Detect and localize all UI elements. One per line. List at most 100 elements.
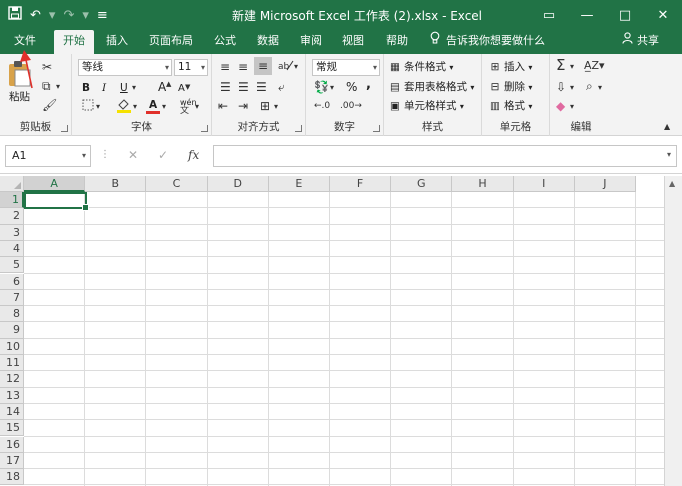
scroll-up-icon[interactable]: ▲ [669,179,675,188]
align-left-icon[interactable]: ☰ [220,80,231,94]
align-center-icon[interactable]: ☰ [238,80,249,94]
conditional-formatting-button[interactable]: ▦ 条件格式 ▾ [388,60,453,75]
collapse-ribbon-icon[interactable]: ▲ [664,120,670,134]
formula-input[interactable]: ▾ [213,145,677,167]
align-bottom-icon[interactable]: ≡ [254,57,272,75]
fill-dropdown-icon[interactable]: ▾ [570,81,574,95]
decrease-indent-icon[interactable]: ⇤ [218,99,228,113]
grow-font-button[interactable]: A [158,80,166,94]
row-header-17[interactable]: 17 [0,452,24,470]
merge-dropdown-icon[interactable]: ▾ [274,100,278,114]
fill-icon[interactable]: ⇩ [556,80,566,94]
clipboard-launcher-icon[interactable] [61,125,68,132]
format-as-table-button[interactable]: ▤ 套用表格格式 ▾ [388,80,474,95]
tell-me-search[interactable]: 告诉我你想要做什么 [430,30,545,54]
redo-icon[interactable]: ↷ [63,8,74,24]
share-button[interactable]: 共享 [622,30,659,54]
row-header-12[interactable]: 12 [0,371,24,388]
fill-color-icon[interactable] [116,98,132,116]
borders-icon[interactable] [82,99,94,114]
row-header-4[interactable]: 4 [0,240,24,258]
font-color-button[interactable]: A [146,98,160,114]
align-top-icon[interactable]: ≡ [220,60,230,74]
row-header-10[interactable]: 10 [0,338,24,355]
close-button[interactable]: ✕ [644,0,682,30]
row-header-1[interactable]: 1 [0,192,24,209]
cancel-entry-icon[interactable]: ✕ [128,148,138,162]
tab-formulas[interactable]: 公式 [208,30,242,54]
formula-bar-grip-icon[interactable]: ⋮ [100,149,110,160]
tab-data[interactable]: 数据 [251,30,285,54]
wrap-text-icon[interactable]: ⤶ [278,80,285,94]
alignment-launcher-icon[interactable] [295,125,302,132]
font-launcher-icon[interactable] [201,125,208,132]
find-select-icon[interactable]: ⌕ [586,79,593,93]
redo-dropdown-icon[interactable]: ▾ [82,8,89,24]
underline-dropdown-icon[interactable]: ▾ [132,81,136,95]
column-header-e[interactable]: E [268,176,330,192]
column-header-j[interactable]: J [574,176,636,192]
row-header-3[interactable]: 3 [0,224,24,241]
column-header-i[interactable]: I [513,176,575,192]
autosum-icon[interactable]: Σ [556,58,565,73]
column-header-a[interactable]: A [24,176,86,192]
column-header-g[interactable]: G [391,176,453,192]
row-header-9[interactable]: 9 [0,322,24,339]
select-all-button[interactable] [0,176,24,192]
row-header-2[interactable]: 2 [0,208,24,225]
accounting-format-icon[interactable]: 💱 [314,80,329,94]
font-size-select[interactable]: 11 ▾ [174,59,208,76]
undo-icon[interactable]: ↶ [30,8,41,24]
shrink-font-button[interactable]: A [178,82,185,96]
merge-center-icon[interactable]: ⊞ [260,99,270,113]
increase-indent-icon[interactable]: ⇥ [238,99,248,113]
delete-cells-button[interactable]: ⊟ 删除 ▾ [488,80,533,95]
tab-file[interactable]: 文件 [8,30,42,54]
row-header-15[interactable]: 15 [0,420,24,437]
orientation-icon[interactable]: ab [278,58,294,75]
borders-dropdown-icon[interactable]: ▾ [96,100,100,114]
row-header-6[interactable]: 6 [0,273,24,290]
ribbon-display-icon[interactable]: ▭ [530,0,568,30]
expand-formula-bar-icon[interactable]: ▾ [667,150,671,159]
clear-icon[interactable]: ◆ [556,99,565,113]
row-header-5[interactable]: 5 [0,257,24,274]
align-middle-icon[interactable]: ≡ [238,60,248,74]
font-name-select[interactable]: 等线 ▾ [78,59,172,76]
column-header-f[interactable]: F [330,176,392,192]
number-launcher-icon[interactable] [373,125,380,132]
row-header-7[interactable]: 7 [0,289,24,307]
percent-button[interactable]: % [346,80,357,94]
align-right-icon[interactable]: ☰ [256,80,267,94]
tab-help[interactable]: 帮助 [380,30,414,54]
row-header-18[interactable]: 18 [0,469,24,486]
confirm-entry-icon[interactable]: ✓ [158,148,168,162]
clear-dropdown-icon[interactable]: ▾ [570,100,574,114]
customize-qat-icon[interactable]: ≡ [97,8,108,24]
phonetic-dropdown-icon[interactable]: ▾ [195,100,199,114]
column-header-h[interactable]: H [452,176,514,192]
active-cell[interactable] [24,192,89,211]
italic-button[interactable]: I [102,81,106,95]
column-header-b[interactable]: B [85,176,147,192]
vertical-scrollbar[interactable]: ▲ [664,176,682,486]
row-header-11[interactable]: 11 [0,355,24,372]
format-painter-icon[interactable]: 🖌 [42,98,57,112]
undo-dropdown-icon[interactable]: ▾ [49,8,56,24]
comma-button[interactable]: , [366,78,371,92]
name-box[interactable]: A1 ▾ [5,145,91,167]
insert-cells-button[interactable]: ⊞ 插入 ▾ [488,60,533,75]
font-color-dropdown-icon[interactable]: ▾ [162,100,166,114]
minimize-button[interactable]: — [568,0,606,30]
column-header-d[interactable]: D [207,176,269,192]
paste-button[interactable]: 粘贴 [6,60,36,106]
worksheet-grid[interactable]: ABCDEFGHIJ 1 2 3 4 5 6 7 8 9 10 11 12 13 14 15 16 17 18 ▲ [0,176,682,486]
maximize-button[interactable]: □ [606,0,644,30]
decrease-decimal-icon[interactable]: .00→ [340,99,362,113]
copy-dropdown-icon[interactable]: ▾ [56,80,60,94]
copy-icon[interactable]: ⧉ [42,79,51,93]
cut-icon[interactable]: ✂ [42,60,52,74]
bold-button[interactable]: B [82,81,90,95]
accounting-dropdown-icon[interactable]: ▾ [330,81,334,95]
column-header-c[interactable]: C [146,176,208,192]
